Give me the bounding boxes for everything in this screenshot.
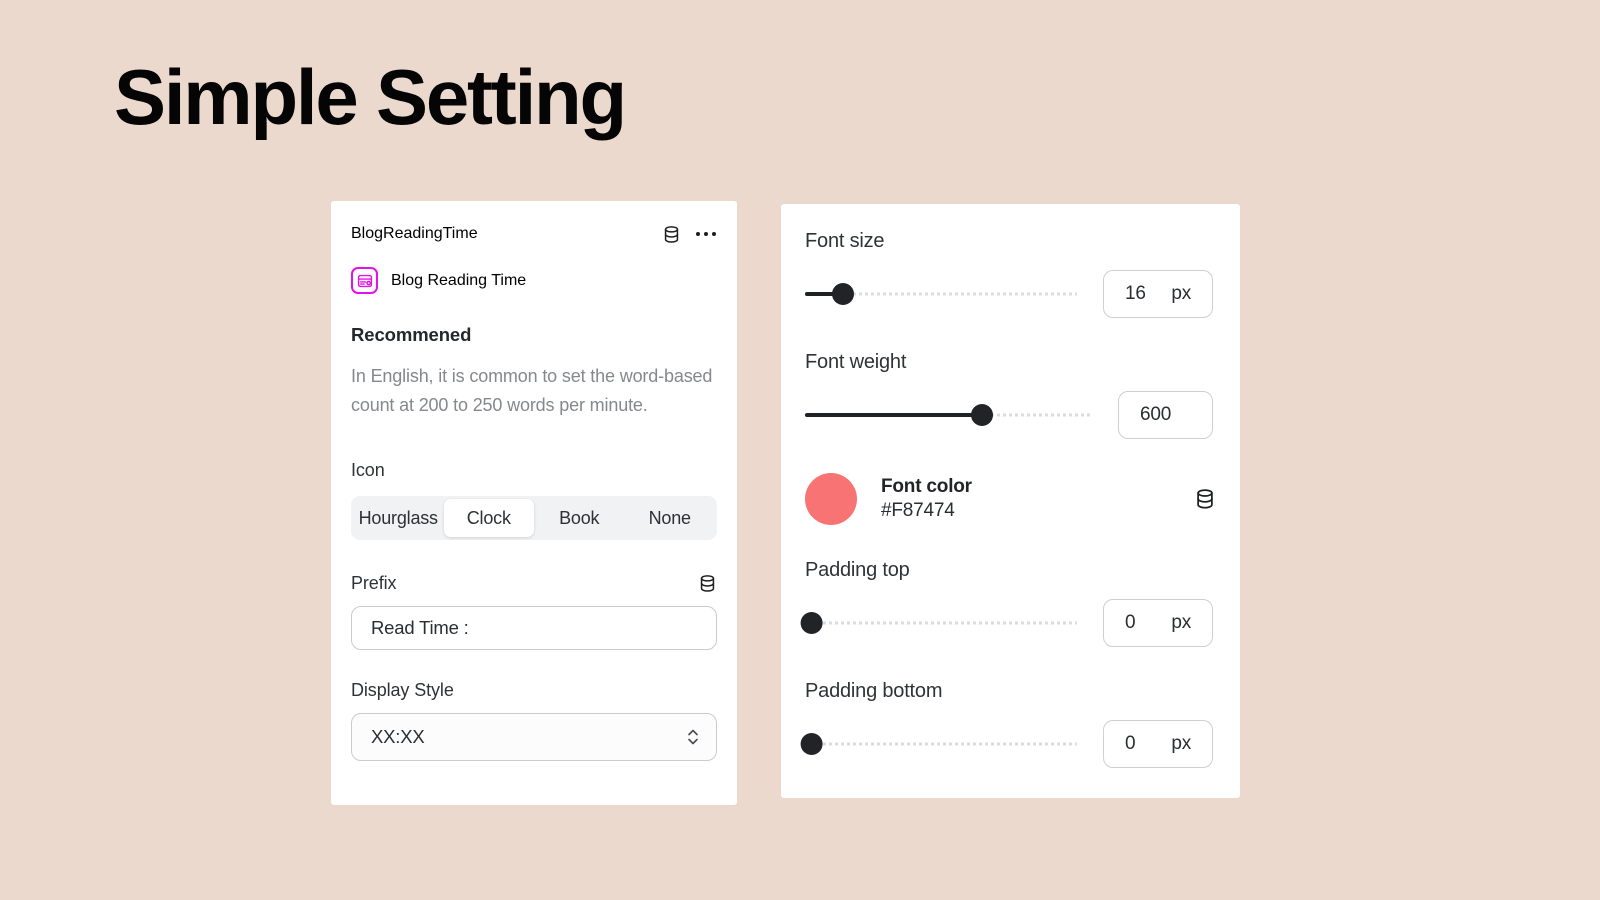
font-size-value-box[interactable]: 16 px [1103,270,1213,318]
padding-top-label: Padding top [805,559,910,581]
display-style-label: Display Style [351,680,454,701]
segment-clock[interactable]: Clock [443,499,534,538]
font-size-slider[interactable] [805,282,1077,306]
card-header: BlogReadingTime [351,221,717,247]
font-size-control-row: 16 px [805,270,1216,318]
segment-book[interactable]: Book [534,499,625,537]
padding-bottom-slider[interactable] [800,732,1077,756]
recommended-text: In English, it is common to set the word… [351,366,713,416]
plugin-subtitle: Blog Reading Time [391,271,527,289]
slider-thumb[interactable] [800,612,823,634]
prefix-input[interactable]: Read Time : [351,606,717,651]
display-style-value: XX:XX [371,726,425,748]
padding-top-control-row: 0 px [800,599,1216,647]
font-color-texts: Font color #F87474 [881,476,972,522]
slider-fill [805,413,982,417]
font-size-value: 16 [1125,283,1146,304]
database-icon[interactable] [662,225,681,244]
slider-thumb[interactable] [832,283,855,305]
display-style-field: Display Style XX:XX [351,680,717,762]
recommended-heading: Recommened [351,324,472,345]
font-size-unit: px [1171,283,1191,304]
font-weight-control-row: 600 [805,391,1216,439]
padding-top-unit: px [1171,612,1191,633]
font-weight-value-box[interactable]: 600 [1118,391,1213,439]
display-style-select[interactable]: XX:XX [351,713,717,762]
segment-hourglass[interactable]: Hourglass [353,499,444,537]
chevron-updown-icon [686,726,700,748]
padding-bottom-value: 0 [1125,733,1136,754]
font-size-label: Font size [805,230,885,252]
padding-top-field: Padding top 0 px [800,559,1216,647]
blog-card-icon [351,267,378,294]
segment-none[interactable]: None [625,499,716,537]
prefix-field: Prefix Read Time : [351,573,717,651]
icon-field-label: Icon [351,460,385,481]
font-color-hex: #F87474 [881,500,955,521]
padding-top-slider[interactable] [800,611,1077,635]
icon-field: Icon Hourglass Clock Book None [351,460,717,541]
font-weight-label: Font weight [805,351,907,373]
font-weight-field: Font weight 600 [805,351,1216,439]
slider-thumb[interactable] [970,404,993,426]
padding-top-value: 0 [1125,612,1136,633]
padding-bottom-value-box[interactable]: 0 px [1103,720,1213,768]
database-icon[interactable] [1194,488,1216,510]
slider-thumb[interactable] [800,733,823,755]
page-title: Simple Setting [114,53,627,141]
slider-track [805,621,1077,625]
prefix-label-row: Prefix [351,573,717,594]
card-header-actions [662,225,717,244]
font-color-field: Font color #F87474 [805,473,1216,525]
card-title: BlogReadingTime [351,225,478,242]
more-options-icon[interactable] [695,225,717,244]
padding-bottom-label: Padding bottom [805,680,943,702]
font-size-field: Font size 16 px [805,230,1216,318]
database-icon[interactable] [698,574,717,593]
font-color-label: Font color [881,476,972,497]
font-weight-slider[interactable] [805,403,1090,427]
slider-track [805,742,1077,746]
padding-bottom-unit: px [1171,733,1191,754]
icon-segmented-control[interactable]: Hourglass Clock Book None [351,496,717,541]
font-color-swatch[interactable] [805,473,857,525]
font-weight-value: 600 [1140,404,1172,425]
padding-bottom-field: Padding bottom 0 px [800,680,1216,768]
prefix-field-label: Prefix [351,573,397,594]
padding-bottom-control-row: 0 px [800,720,1216,768]
padding-top-value-box[interactable]: 0 px [1103,599,1213,647]
blog-reading-time-card: BlogReadingTime Blog Reading Time Recomm… [331,201,737,805]
style-settings-card: Font size 16 px Font weight 600 Font col… [781,204,1240,798]
plugin-identity-row: Blog Reading Time [351,267,717,294]
